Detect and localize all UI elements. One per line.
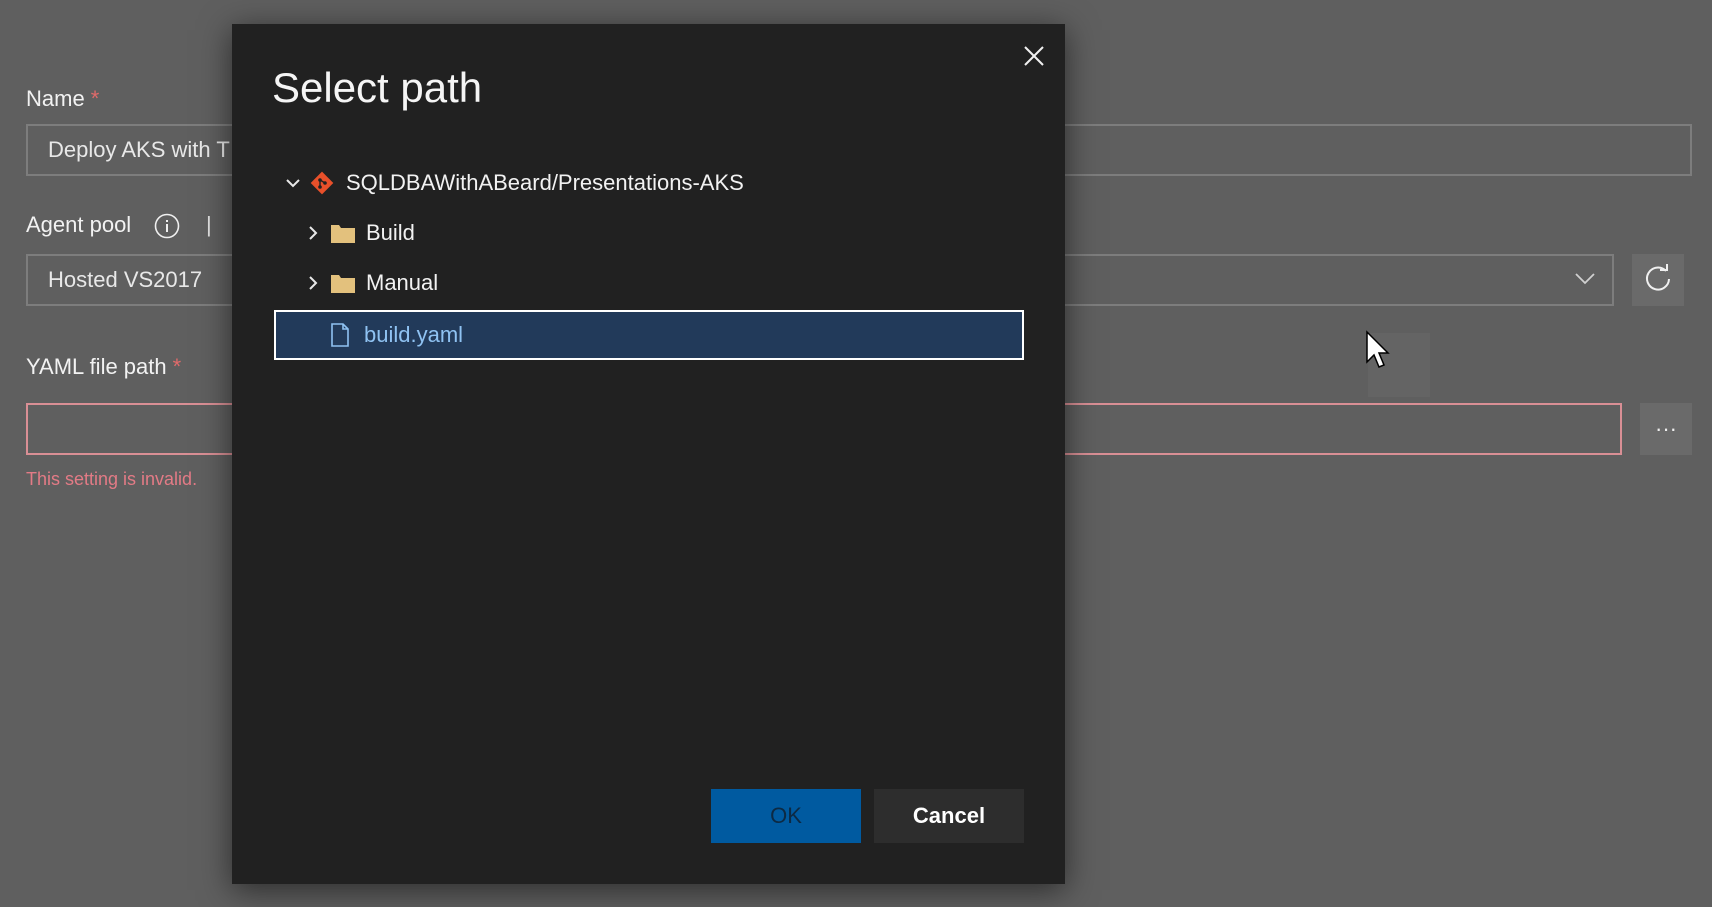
tree-item-folder[interactable]: Build [304, 210, 1004, 256]
name-label: Name * [26, 86, 99, 112]
tree-item-file[interactable]: build.yaml [274, 310, 1024, 360]
file-icon [330, 323, 350, 347]
ok-button[interactable]: OK [711, 789, 861, 843]
chevron-right-icon [304, 224, 322, 242]
name-label-text: Name [26, 86, 85, 111]
agent-pool-value: Hosted VS2017 [48, 267, 203, 292]
yaml-path-label-text: YAML file path [26, 354, 167, 379]
error-message: This setting is invalid. [26, 469, 198, 489]
tree-item-label: Manual [366, 270, 439, 295]
agent-pool-separator: | [206, 212, 212, 237]
chevron-down-icon [284, 174, 302, 192]
required-marker: * [90, 86, 100, 111]
browse-button[interactable]: ··· [1640, 403, 1692, 455]
agent-pool-label-text: Agent pool [26, 212, 132, 237]
required-marker: * [172, 354, 182, 379]
info-icon[interactable] [154, 213, 180, 244]
mouse-cursor-icon [1365, 330, 1391, 375]
yaml-path-label: YAML file path * [26, 354, 181, 380]
git-repo-icon [310, 171, 334, 195]
dialog-title: Select path [272, 64, 483, 111]
chevron-down-icon [1574, 272, 1596, 291]
cancel-button[interactable]: Cancel [874, 789, 1024, 843]
name-input-value: Deploy AKS with T [48, 137, 230, 162]
tree-item-label: build.yaml [364, 322, 464, 347]
tree-item-folder[interactable]: Manual [304, 260, 1004, 306]
close-icon [1023, 45, 1045, 72]
folder-icon [330, 222, 356, 244]
refresh-button[interactable] [1632, 254, 1684, 306]
agent-pool-label: Agent pool [26, 212, 131, 238]
folder-icon [330, 272, 356, 294]
more-icon: ··· [1655, 416, 1677, 441]
close-button[interactable] [1012, 36, 1056, 80]
tree-item-repo[interactable]: SQLDBAWithABeard/Presentations-AKS [284, 160, 1004, 206]
select-path-dialog: Select path SQLDBAWithABeard/Presentatio… [232, 24, 1065, 884]
tree-item-label: Build [366, 220, 415, 245]
refresh-icon [1642, 262, 1674, 299]
tree-item-label: SQLDBAWithABeard/Presentations-AKS [346, 170, 744, 195]
chevron-right-icon [304, 274, 322, 292]
